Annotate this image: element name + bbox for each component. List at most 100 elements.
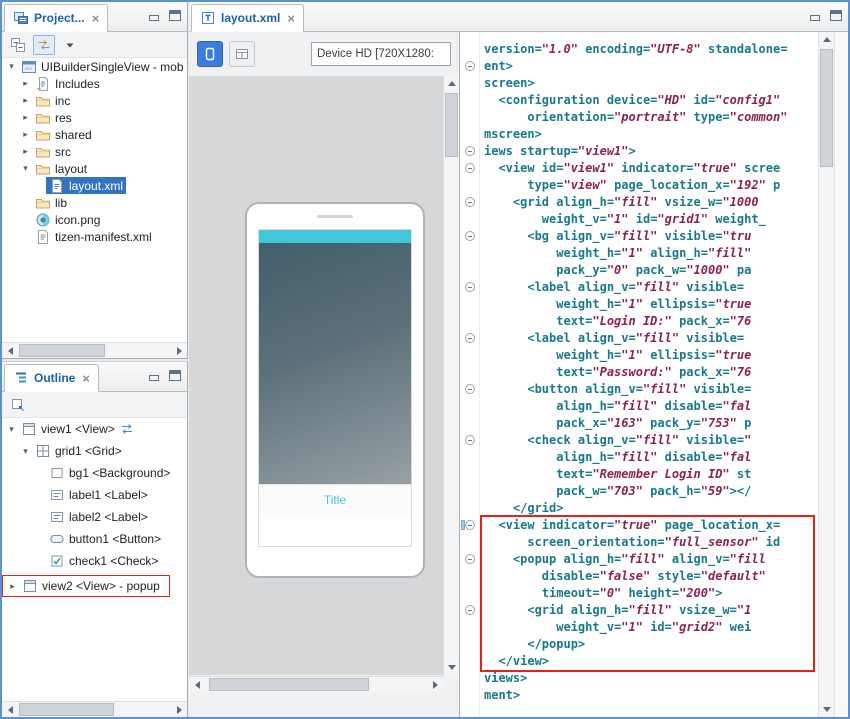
scroll-up-icon[interactable] [444, 76, 460, 91]
fold-collapse-icon[interactable] [465, 435, 475, 445]
tab-outline[interactable]: Outline × [4, 364, 99, 392]
fold-collapse-icon[interactable] [465, 605, 475, 615]
minimize-icon[interactable] [148, 10, 160, 21]
code-line[interactable]: <view indicator="true" page_location_x= [484, 517, 818, 534]
tree-item-icon.png[interactable]: icon.png [2, 211, 187, 228]
tree-item-button1[interactable]: button1 <Button> [2, 528, 187, 550]
chevron-collapsed-icon[interactable]: ▸ [19, 129, 32, 140]
chevron-collapsed-icon[interactable]: ▸ [19, 95, 32, 106]
code-line[interactable]: text="Login ID:" pack_x="76 [484, 313, 818, 330]
code-line[interactable]: disable="false" style="default" [484, 568, 818, 585]
code-line[interactable]: version="1.0" encoding="UTF-8" standalon… [484, 41, 818, 58]
code-line[interactable]: <label align_v="fill" visible= [484, 330, 818, 347]
device-selector[interactable]: Device HD [720X1280: [311, 42, 451, 66]
code-line[interactable]: <grid align_h="fill" vsize_w="1000 [484, 194, 818, 211]
fold-collapse-icon[interactable] [465, 61, 475, 71]
scroll-right-icon[interactable] [171, 343, 187, 358]
chevron-collapsed-icon[interactable]: ▸ [19, 78, 32, 89]
fold-collapse-icon[interactable] [465, 197, 475, 207]
tree-item-view1[interactable]: ▾view1 <View> [2, 418, 187, 440]
tree-item-shared[interactable]: ▸shared [2, 126, 187, 143]
code-line[interactable]: </popup> [484, 636, 818, 653]
chevron-collapsed-icon[interactable]: ▸ [19, 112, 32, 123]
tree-item-label2[interactable]: label2 <Label> [2, 506, 187, 528]
link-with-editor-button[interactable] [33, 35, 55, 55]
scroll-right-icon[interactable] [171, 702, 187, 717]
tree-item-lib[interactable]: lib [2, 194, 187, 211]
code-line[interactable]: <bg align_v="fill" visible="tru [484, 228, 818, 245]
code-line[interactable]: iews startup="view1"> [484, 143, 818, 160]
tree-item-Includes[interactable]: ▸Includes [2, 75, 187, 92]
preview-popup-body[interactable] [259, 514, 411, 546]
scrollbar-thumb[interactable] [19, 703, 114, 716]
code-line[interactable]: text="Password:" pack_x="76 [484, 364, 818, 381]
fold-collapse-icon[interactable] [465, 333, 475, 343]
scrollbar-track[interactable] [18, 702, 171, 717]
preview-popup-title-area[interactable]: Title [259, 484, 411, 514]
fold-collapse-icon[interactable] [465, 231, 475, 241]
code-line[interactable]: views> [484, 670, 818, 687]
minimize-icon[interactable] [148, 370, 160, 381]
code-line[interactable]: <button align_v="fill" visible= [484, 381, 818, 398]
scroll-left-icon[interactable] [2, 343, 18, 358]
collapse-all-button[interactable] [7, 35, 29, 55]
code-line[interactable]: text="Remember Login ID" st [484, 466, 818, 483]
close-icon[interactable]: × [92, 12, 100, 25]
close-icon[interactable]: × [287, 12, 295, 25]
scroll-down-icon[interactable] [444, 660, 460, 675]
code-line[interactable]: timeout="0" height="200"> [484, 585, 818, 602]
close-icon[interactable]: × [82, 372, 90, 385]
scrollbar-track[interactable] [18, 343, 171, 358]
tree-item-UIBuilderSingleView[interactable]: ▾UIBuilderSingleView - mob [2, 58, 187, 75]
code-line[interactable]: type="view" page_location_x="192" p [484, 177, 818, 194]
fold-collapse-icon[interactable] [465, 282, 475, 292]
code-line[interactable]: ent> [484, 58, 818, 75]
code-line[interactable]: </view> [484, 653, 818, 670]
design-horizontal-scrollbar[interactable] [189, 676, 443, 692]
code-line[interactable]: pack_x="163" pack_y="753" p [484, 415, 818, 432]
tree-item-inc[interactable]: ▸inc [2, 92, 187, 109]
view-menu-button[interactable] [59, 35, 81, 55]
scroll-right-icon[interactable] [427, 677, 443, 692]
preview-background[interactable] [259, 243, 411, 484]
focus-button[interactable] [7, 395, 29, 415]
code-line[interactable]: screen> [484, 75, 818, 92]
chevron-collapsed-icon[interactable]: ▸ [6, 581, 19, 592]
code-line[interactable]: weight_h="1" ellipsis="true [484, 296, 818, 313]
chevron-expanded-icon[interactable]: ▾ [19, 446, 32, 457]
tree-item-res[interactable]: ▸res [2, 109, 187, 126]
minimize-icon[interactable] [809, 10, 821, 21]
scroll-up-icon[interactable] [819, 32, 835, 47]
tree-item-bg1[interactable]: bg1 <Background> [2, 462, 187, 484]
code-editor[interactable]: version="1.0" encoding="UTF-8" standalon… [480, 32, 818, 717]
code-line[interactable]: weight_v="1" id="grid2" wei [484, 619, 818, 636]
code-line[interactable]: <label align_v="fill" visible= [484, 279, 818, 296]
code-line[interactable]: screen_orientation="full_sensor" id [484, 534, 818, 551]
code-line[interactable]: <grid align_h="fill" vsize_w="1 [484, 602, 818, 619]
fold-collapse-icon[interactable] [465, 163, 475, 173]
preview-statusbar[interactable] [259, 230, 411, 243]
code-line[interactable]: align_h="fill" disable="fal [484, 449, 818, 466]
scrollbar-track[interactable] [819, 47, 834, 702]
scrollbar-track[interactable] [205, 677, 427, 692]
code-line[interactable]: pack_y="0" pack_w="1000" pa [484, 262, 818, 279]
chevron-expanded-icon[interactable]: ▾ [19, 163, 32, 174]
fold-collapse-icon[interactable] [465, 554, 475, 564]
code-line[interactable]: ment> [484, 687, 818, 704]
code-line[interactable]: weight_v="1" id="grid1" weight_ [484, 211, 818, 228]
device-screen[interactable]: Title [258, 229, 412, 547]
scroll-down-icon[interactable] [819, 702, 835, 717]
design-vertical-scrollbar[interactable] [443, 76, 459, 675]
tree-item-tizen-manifest.xml[interactable]: tizen-manifest.xml [2, 228, 187, 245]
code-line[interactable]: orientation="portrait" type="common" [484, 109, 818, 126]
code-line[interactable]: weight_h="1" ellipsis="true [484, 347, 818, 364]
chevron-expanded-icon[interactable]: ▾ [5, 424, 18, 435]
scrollbar-thumb[interactable] [19, 344, 105, 357]
code-line[interactable]: <configuration device="HD" id="config1" [484, 92, 818, 109]
scrollbar-thumb[interactable] [820, 49, 833, 167]
outline-horizontal-scrollbar[interactable] [2, 701, 187, 717]
scroll-left-icon[interactable] [2, 702, 18, 717]
fold-collapse-icon[interactable] [465, 146, 475, 156]
tab-layout-xml[interactable]: layout.xml × [191, 4, 304, 32]
scroll-left-icon[interactable] [189, 677, 205, 692]
